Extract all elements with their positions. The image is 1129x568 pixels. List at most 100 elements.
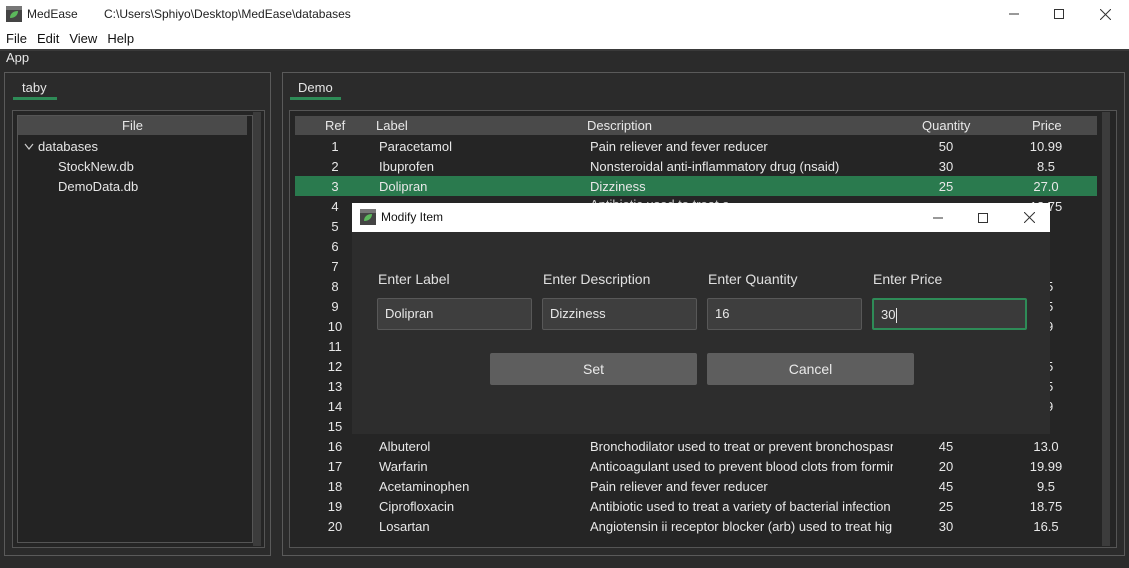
tree-file-demodata[interactable]: DemoData.db	[58, 179, 138, 194]
cell-desc: Angiotensin ii receptor blocker (arb) us…	[590, 519, 893, 534]
cell-label: Losartan	[379, 519, 430, 534]
minimize-icon	[1009, 13, 1019, 15]
cell-desc: Anticoagulant used to prevent blood clot…	[590, 459, 893, 474]
text-cursor	[896, 308, 898, 324]
column-quantity[interactable]: Quantity	[922, 118, 970, 133]
cell-qty: 25	[938, 499, 954, 514]
cell-ref: 2	[331, 159, 339, 174]
dialog-title: Modify Item	[381, 210, 444, 224]
cell-desc: Pain reliever and fever reducer	[590, 479, 768, 494]
table-row[interactable]: 1 Paracetamol Pain reliever and fever redu…	[295, 136, 1097, 156]
description-input[interactable]: Dizziness	[542, 298, 697, 330]
menu-file[interactable]: File	[4, 31, 35, 46]
cell-price: 18.75	[1029, 499, 1063, 514]
table-row[interactable]: 18 Acetaminophen Pain reliever and fever r…	[295, 476, 1097, 496]
cell-label: Warfarin	[379, 459, 428, 474]
cell-qty: 30	[938, 519, 954, 534]
table-row[interactable]: 20 Losartan Angiotensin ii receptor blocke…	[295, 516, 1097, 536]
cell-price: 13.0	[1033, 439, 1059, 454]
cell-price: 9.5	[1036, 479, 1056, 494]
cell-price: 27.0	[1033, 179, 1059, 194]
chevron-down-icon[interactable]	[24, 139, 34, 154]
app-logo-icon	[6, 6, 22, 22]
cell-qty: 25	[938, 179, 954, 194]
cell-desc: Antibiotic used to treat a variety of ba…	[590, 499, 891, 514]
menu-edit[interactable]: Edit	[35, 31, 67, 46]
label-input[interactable]: Dolipran	[377, 298, 532, 330]
app-logo-icon	[360, 209, 376, 225]
table-row[interactable]: 19 Ciprofloxacin Antibiotic used to treat …	[295, 496, 1097, 516]
column-price[interactable]: Price	[1032, 118, 1062, 133]
minimize-button[interactable]	[991, 0, 1037, 28]
menu-divider	[0, 49, 1129, 51]
column-label[interactable]: Label	[376, 118, 408, 133]
cell-qty: 45	[938, 479, 954, 494]
cancel-button[interactable]: Cancel	[707, 353, 914, 385]
cell-label: Paracetamol	[379, 139, 452, 154]
cell-label: Ibuprofen	[379, 159, 434, 174]
cell-price: 10.99	[1029, 139, 1063, 154]
cell-qty: 30	[938, 159, 954, 174]
dialog-maximize-button[interactable]	[960, 203, 1006, 232]
file-tree-scrollbar[interactable]	[253, 112, 261, 546]
tab-taby-indicator	[13, 97, 57, 100]
cell-ref: 17	[327, 459, 343, 474]
title-bar: MedEase C:\Users\Sphiyo\Desktop\MedEase\…	[0, 0, 1129, 28]
maximize-icon	[1054, 9, 1064, 19]
close-icon	[1023, 212, 1035, 223]
table-scrollbar[interactable]	[1102, 112, 1110, 546]
cell-price: 19.99	[1029, 459, 1063, 474]
cell-qty: 45	[938, 439, 954, 454]
dialog-close-button[interactable]	[1006, 203, 1052, 232]
app-title: MedEase	[27, 7, 78, 21]
dialog-title-bar: Modify Item	[352, 203, 1050, 232]
cell-desc: Bronchodilator used to treat or prevent …	[590, 439, 893, 454]
table-row[interactable]: 17 Warfarin Anticoagulant used to prevent …	[295, 456, 1097, 476]
menu-help[interactable]: Help	[105, 31, 142, 46]
app-group-label: App	[6, 50, 30, 65]
cell-qty: 50	[938, 139, 954, 154]
table-header: Ref Label Description Quantity Price	[295, 116, 1097, 135]
quantity-input[interactable]: 16	[707, 298, 862, 330]
tree-folder-databases[interactable]: databases	[38, 139, 98, 154]
cell-label: Ciprofloxacin	[379, 499, 455, 514]
cell-qty: 20	[938, 459, 954, 474]
cell-ref: 19	[327, 499, 343, 514]
cell-ref: 16	[327, 439, 343, 454]
cell-label: Dolipran	[379, 179, 428, 194]
tab-demo-indicator	[290, 97, 341, 100]
cell-ref: 18	[327, 479, 343, 494]
cell-price: 16.5	[1033, 519, 1059, 534]
row-4-partial-description: Antibiotic used to treat a...	[590, 197, 740, 203]
dialog-minimize-button[interactable]	[915, 203, 961, 232]
menu-view[interactable]: View	[67, 31, 105, 46]
cell-price: 8.5	[1036, 159, 1056, 174]
column-ref[interactable]: Ref	[325, 118, 345, 133]
window-path: C:\Users\Sphiyo\Desktop\MedEase\database…	[104, 7, 351, 21]
close-icon	[1099, 8, 1111, 20]
cell-ref: 20	[327, 519, 343, 534]
table-row[interactable]: 2 Ibuprofen Nonsteroidal anti-inflammatory…	[295, 156, 1097, 176]
cell-desc: Pain reliever and fever reducer	[590, 139, 768, 154]
column-description[interactable]: Description	[587, 118, 652, 133]
modify-item-dialog: Modify Item Enter Label Enter Descriptio…	[352, 203, 1050, 434]
price-field-label: Enter Price	[873, 271, 943, 287]
menu-bar: File Edit View Help	[0, 28, 1129, 49]
cell-label: Acetaminophen	[379, 479, 470, 494]
maximize-button[interactable]	[1036, 0, 1082, 28]
cell-label: Albuterol	[379, 439, 431, 454]
tab-demo[interactable]: Demo	[298, 80, 333, 95]
price-input[interactable]: 30	[872, 298, 1027, 330]
tab-taby[interactable]: taby	[22, 80, 47, 95]
maximize-icon	[978, 212, 988, 223]
tree-file-stocknew[interactable]: StockNew.db	[58, 159, 134, 174]
table-row[interactable]: 16 Albuterol Bronchodilator used to treat …	[295, 436, 1097, 456]
quantity-field-label: Enter Quantity	[708, 271, 798, 287]
minimize-icon	[933, 217, 943, 218]
set-button[interactable]: Set	[490, 353, 697, 385]
table-row[interactable]: 3 Dolipran Dizziness 25 27.0	[295, 176, 1097, 196]
cell-desc: Dizziness	[590, 179, 646, 194]
description-field-label: Enter Description	[543, 271, 651, 287]
close-button[interactable]	[1082, 0, 1128, 28]
file-tree-header[interactable]: File	[18, 116, 247, 135]
